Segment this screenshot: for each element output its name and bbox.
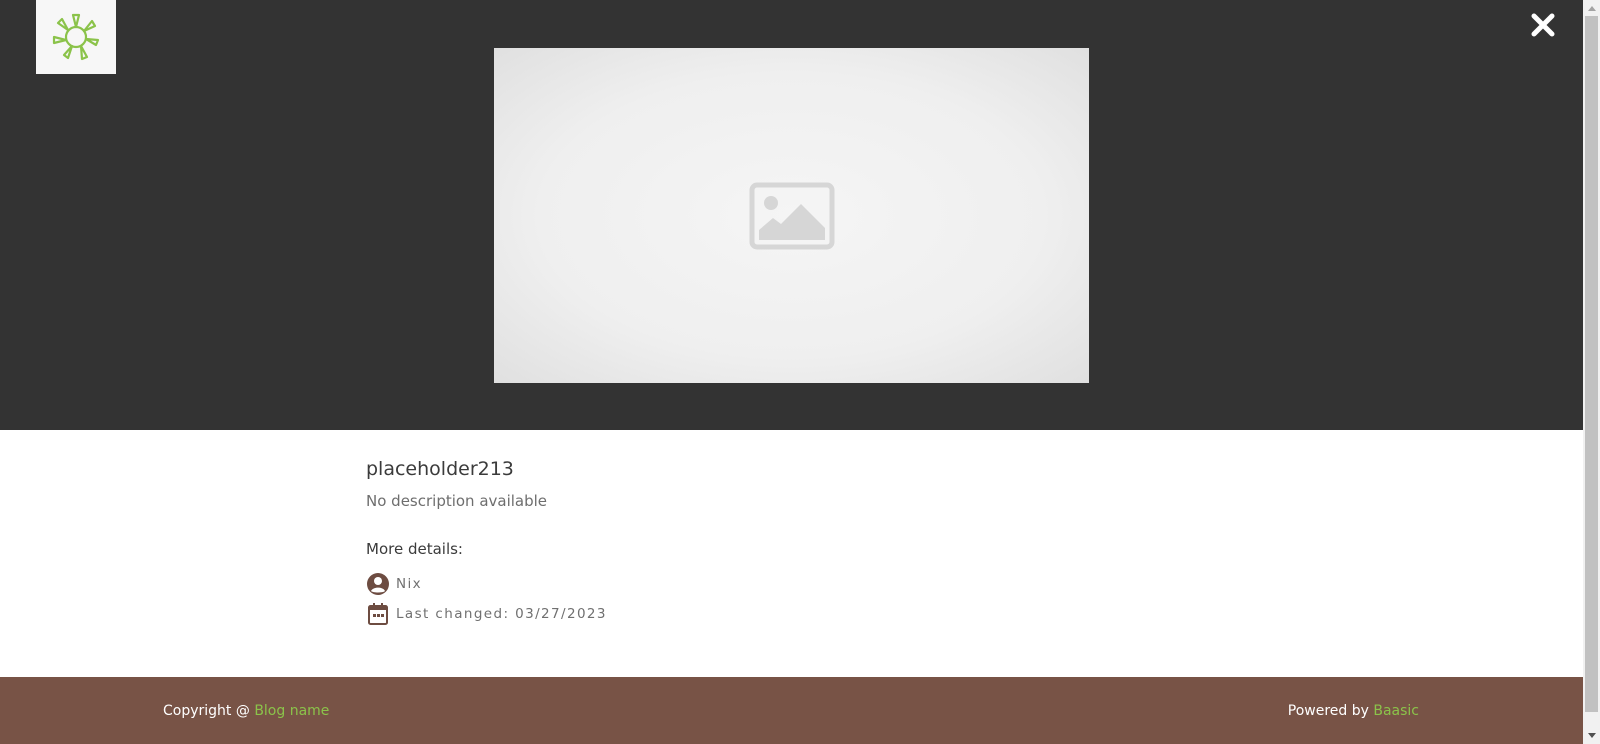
post-image: [494, 48, 1089, 383]
account-icon: [366, 572, 390, 596]
date-row: Last changed: 03/27/2023: [366, 602, 607, 626]
author-row: Nix: [366, 572, 422, 596]
image-placeholder-icon: [749, 182, 834, 249]
calendar-icon: [366, 602, 390, 626]
powered-by-text: Powered by: [1287, 703, 1374, 719]
post-last-changed: Last changed: 03/27/2023: [396, 606, 607, 622]
sun-logo-icon: [52, 13, 100, 61]
close-button[interactable]: [1528, 10, 1558, 40]
logo[interactable]: [36, 0, 116, 74]
copyright-text: Copyright @: [163, 703, 255, 719]
post-author: Nix: [396, 576, 423, 592]
close-icon: [1531, 13, 1555, 37]
baasic-link[interactable]: Baasic: [1373, 703, 1419, 719]
footer: Copyright @ Blog name Powered by Baasic: [0, 677, 1583, 744]
scroll-down-arrow[interactable]: [1583, 728, 1600, 744]
scroll-up-arrow[interactable]: [1583, 0, 1600, 16]
footer-copyright: Copyright @ Blog name: [163, 703, 329, 719]
footer-powered-by: Powered by Baasic: [1288, 703, 1419, 719]
page: placeholder213 No description available …: [0, 0, 1583, 744]
scrollbar-thumb[interactable]: [1585, 16, 1598, 712]
post-description: No description available: [366, 492, 548, 510]
hero-section: [0, 0, 1583, 430]
vertical-scrollbar[interactable]: [1583, 0, 1600, 744]
post-title: placeholder213: [366, 458, 514, 480]
blog-name-link[interactable]: Blog name: [254, 703, 329, 719]
more-details-label: More details:: [366, 540, 463, 558]
